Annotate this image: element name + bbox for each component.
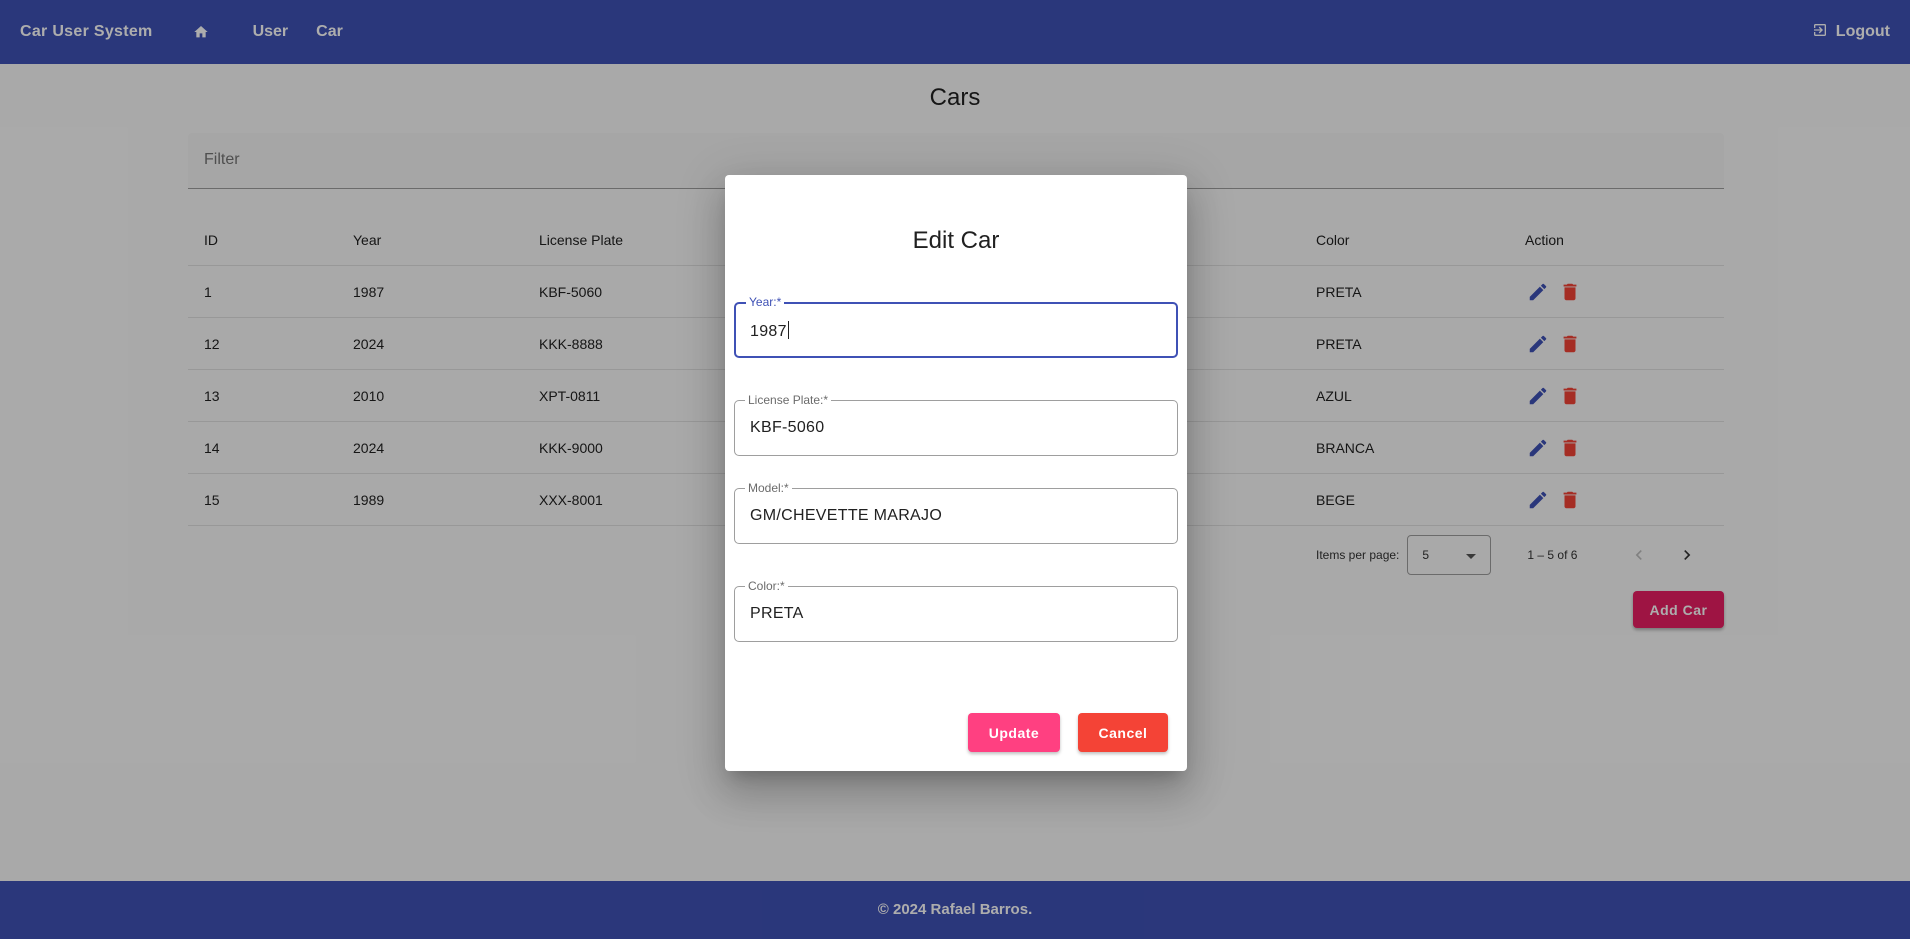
year-field[interactable]: Year:* 1987 <box>734 295 1178 358</box>
year-field-value: 1987 <box>750 323 787 340</box>
update-button[interactable]: Update <box>968 713 1060 752</box>
model-field-label: Model:* <box>745 481 792 495</box>
cancel-button[interactable]: Cancel <box>1078 713 1168 752</box>
color-field[interactable]: Color:* PRETA <box>734 579 1178 642</box>
color-field-value: PRETA <box>750 605 804 622</box>
edit-car-dialog: Edit Car Year:* 1987 License Plate:* KBF… <box>725 175 1187 771</box>
license-plate-field-label: License Plate:* <box>745 393 832 407</box>
license-plate-field[interactable]: License Plate:* KBF-5060 <box>734 393 1178 456</box>
model-field-value: GM/CHEVETTE MARAJO <box>750 507 943 524</box>
text-caret <box>787 321 789 339</box>
dialog-title: Edit Car <box>912 227 1000 254</box>
year-field-label: Year:* <box>746 295 785 309</box>
color-field-label: Color:* <box>745 579 788 593</box>
model-field[interactable]: Model:* GM/CHEVETTE MARAJO <box>734 481 1178 544</box>
license-plate-field-value: KBF-5060 <box>750 419 825 436</box>
